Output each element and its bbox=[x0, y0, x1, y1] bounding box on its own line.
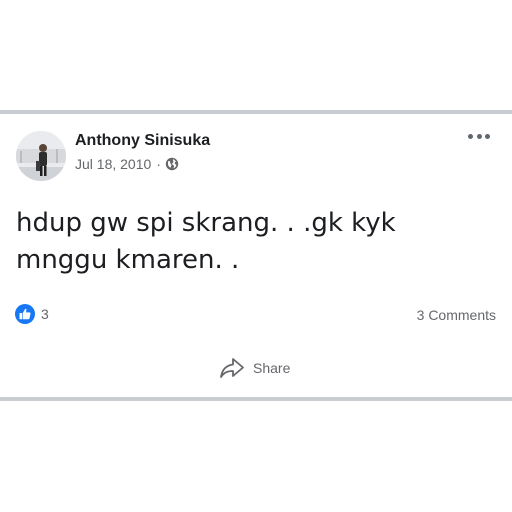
bottom-divider bbox=[0, 397, 512, 401]
share-icon bbox=[220, 358, 244, 378]
reactions-summary[interactable]: 3 bbox=[15, 304, 49, 324]
post-card: Anthony Sinisuka Jul 18, 2010 · hdup gw … bbox=[0, 114, 512, 397]
comments-link[interactable]: 3 Comments bbox=[417, 307, 496, 323]
post-text: hdup gw spi skrang. . .gk kyk mnggu kmar… bbox=[16, 208, 396, 275]
meta-separator: · bbox=[156, 156, 161, 172]
post-date[interactable]: Jul 18, 2010 bbox=[75, 156, 151, 172]
share-label: Share bbox=[253, 360, 291, 376]
avatar[interactable] bbox=[16, 131, 66, 181]
globe-icon[interactable] bbox=[165, 157, 179, 171]
reaction-count: 3 bbox=[41, 306, 49, 322]
author-name[interactable]: Anthony Sinisuka bbox=[75, 132, 210, 150]
post-meta: Jul 18, 2010 · bbox=[75, 156, 179, 172]
like-icon bbox=[15, 304, 35, 324]
more-options-icon[interactable] bbox=[468, 130, 490, 142]
share-button[interactable]: Share bbox=[219, 356, 290, 380]
